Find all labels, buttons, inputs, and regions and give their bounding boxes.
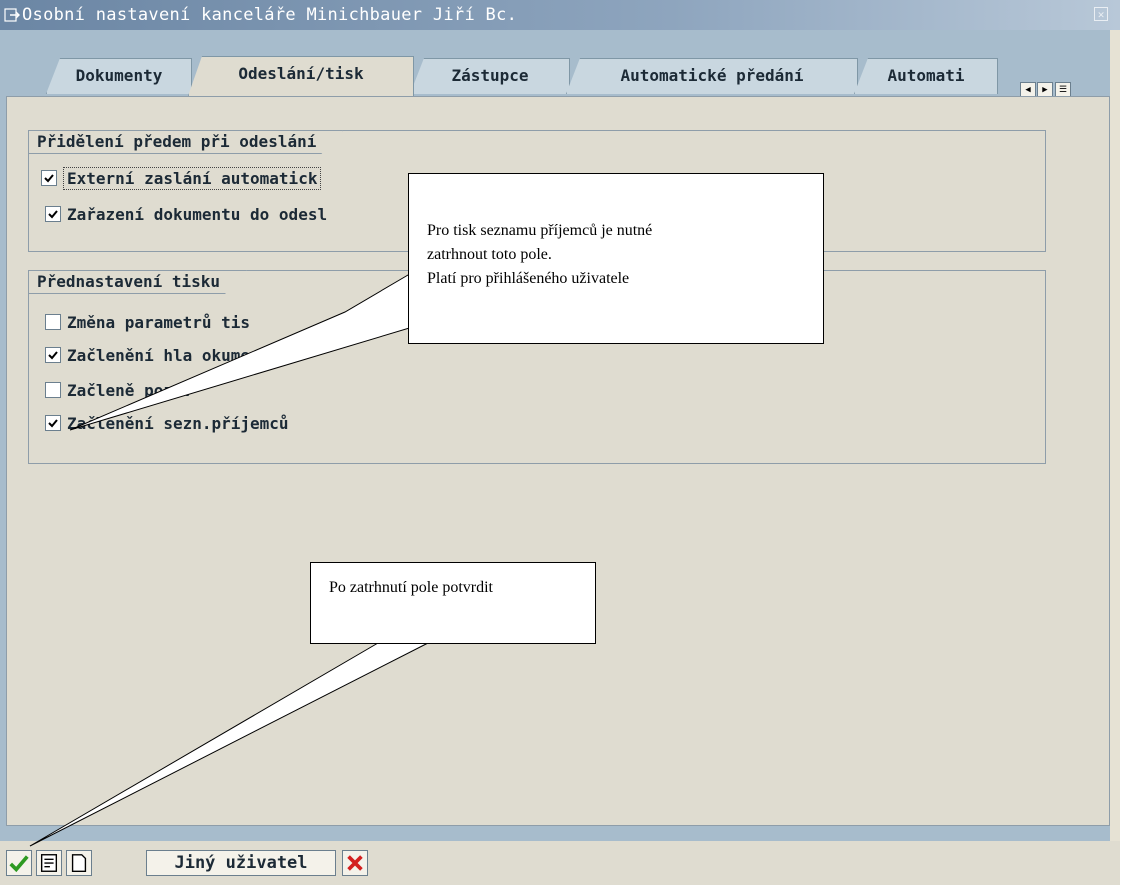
check-icon [48,419,58,428]
details-button[interactable] [36,850,62,876]
callout-line: zatrhnout toto pole. [427,246,552,263]
checkbox[interactable] [45,206,61,222]
check-icon [48,210,58,219]
checkbox-notes[interactable]: Začleně pozn. [45,379,192,401]
group-title: Přednastavení tisku [28,270,247,294]
tab-dokumenty[interactable]: Dokumenty [46,58,192,94]
cancel-button[interactable] [342,850,368,876]
tab-automati[interactable]: Automati [854,58,998,94]
checkbox[interactable] [45,314,61,330]
callout-line: Po zatrhnutí pole potvrdit [329,579,493,596]
checkbox-label: Začlenění hla okumentu [67,345,279,365]
callout-confirm: Po zatrhnutí pole potvrdit [310,562,596,644]
tab-strip: Dokumenty Odeslání/tisk Zástupce Automat… [6,56,1110,98]
bottom-toolbar: Jiný uživatel [0,841,1120,885]
dialog-window: Osobní nastavení kanceláře Minichbauer J… [0,0,1120,885]
window-title: Osobní nastavení kanceláře Minichbauer J… [22,5,518,25]
checkbox-main-document[interactable]: Začlenění hla okumentu [45,344,279,366]
checkbox[interactable] [45,347,61,363]
tab-zastupce[interactable]: Zástupce [410,58,570,94]
tab-label: Zástupce [451,66,529,85]
tab-label: Automati [887,66,965,85]
checkbox[interactable] [45,382,61,398]
title-bar: Osobní nastavení kanceláře Minichbauer J… [0,0,1120,30]
other-user-button[interactable]: Jiný uživatel [146,850,336,876]
blank-page-icon [71,854,87,872]
callout-line: Pro tisk seznamu příjemců je nutné [427,222,653,239]
check-icon [48,351,58,360]
checkbox-external-send[interactable]: Externí zaslání automatick [41,166,322,190]
checkbox-print-params[interactable]: Změna parametrů tis [45,311,250,333]
callout-line: Platí pro přihlášeného uživatele [427,270,630,287]
window-icon [4,8,20,22]
tab-label: Odeslání/tisk [238,64,364,83]
check-icon [44,174,54,183]
checkbox-label: Začlenění sezn.příjemců [67,413,289,433]
callout-recipient-list: Pro tisk seznamu příjemců je nutné zatrh… [408,173,824,344]
confirm-button[interactable] [6,850,32,876]
close-icon[interactable]: ✕ [1094,7,1108,21]
right-edge [1110,30,1120,885]
checkbox[interactable] [45,415,61,431]
tab-odeslani-tisk[interactable]: Odeslání/tisk [188,56,414,96]
tab-label: Automatické předání [620,66,804,85]
checkbox-label: Změna parametrů tis [67,312,251,332]
red-x-icon [347,855,363,871]
checkbox-recipient-list[interactable]: Začlenění sezn.příjemců [45,412,289,434]
checkbox-outbox[interactable]: Zařazení dokumentu do odesl [45,203,327,225]
tab-automaticke-predani[interactable]: Automatické předání [566,58,858,94]
tab-label: Dokumenty [75,66,163,85]
checkbox-label: Zařazení dokumentu do odesl [67,204,328,224]
checkbox-label: Začleně pozn. [67,380,193,400]
new-document-button[interactable] [66,850,92,876]
group-title: Přidělení předem při odeslání [28,130,343,154]
checkbox[interactable] [41,170,57,186]
document-lines-icon [40,854,58,872]
checkbox-label: Externí zaslání automatick [63,166,322,190]
checkmark-icon [9,855,29,873]
